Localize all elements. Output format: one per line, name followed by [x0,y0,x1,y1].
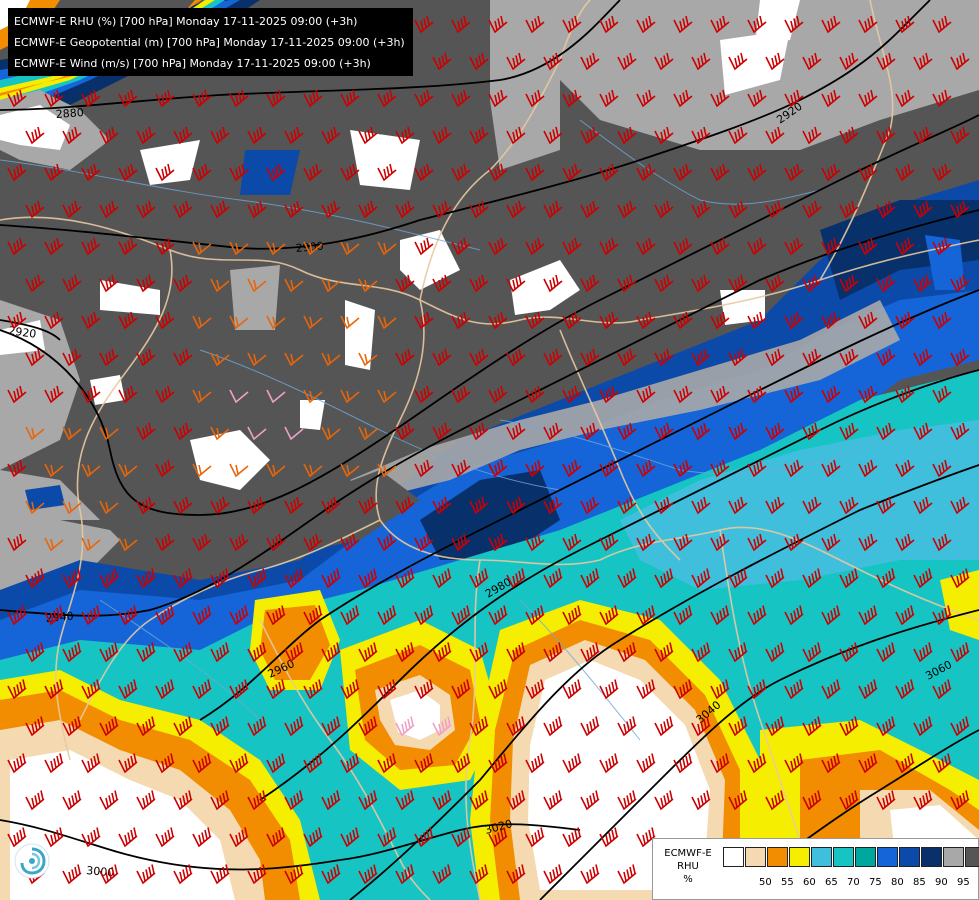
legend-swatch [965,847,979,867]
map-canvas: 2880 2900 2920 2940 2960 2980 3020 3040 … [0,0,979,900]
map-header: ECMWF-E RHU (%) [700 hPa] Monday 17-11-2… [8,8,413,76]
legend-swatch [899,847,920,867]
header-line-wind: ECMWF-E Wind (m/s) [700 hPa] Monday 17-1… [14,57,371,70]
legend-title-unit: % [683,874,693,885]
legend-swatch [789,847,810,867]
legend-swatch [877,847,898,867]
header-line-rhu: ECMWF-E RHU (%) [700 hPa] Monday 17-11-2… [14,15,358,28]
legend-swatch [723,847,744,867]
header-line-geopotential: ECMWF-E Geopotential (m) [700 hPa] Monda… [14,36,405,49]
weather-map-view: 2880 2900 2920 2940 2960 2980 3020 3040 … [0,0,979,900]
legend-tick-label: 75 [869,877,882,888]
legend-swatch [745,847,766,867]
legend-tick-label: 90 [935,877,948,888]
legend-title: ECMWF-E RHU % [657,847,719,886]
legend-tick-label: 70 [847,877,860,888]
legend-swatch [767,847,788,867]
ecmwf-logo-icon [14,843,50,879]
legend-tick-label: 65 [825,877,838,888]
legend-tick-label: 60 [803,877,816,888]
legend-tick-label: 55 [781,877,794,888]
legend-swatch [811,847,832,867]
legend-swatch [833,847,854,867]
legend-swatch [921,847,942,867]
legend-swatch [943,847,964,867]
legend-title-model: ECMWF-E [664,848,712,859]
contour-label: 2880 [55,106,84,121]
legend-swatch [855,847,876,867]
legend-tick-label: 50 [759,877,772,888]
legend-title-variable: RHU [677,861,699,872]
rhu-legend: ECMWF-E RHU % 50556065707580859095100 [652,838,979,900]
legend-tick-label: 95 [957,877,970,888]
legend-tick-label: 85 [913,877,926,888]
legend-tick-label: 80 [891,877,904,888]
